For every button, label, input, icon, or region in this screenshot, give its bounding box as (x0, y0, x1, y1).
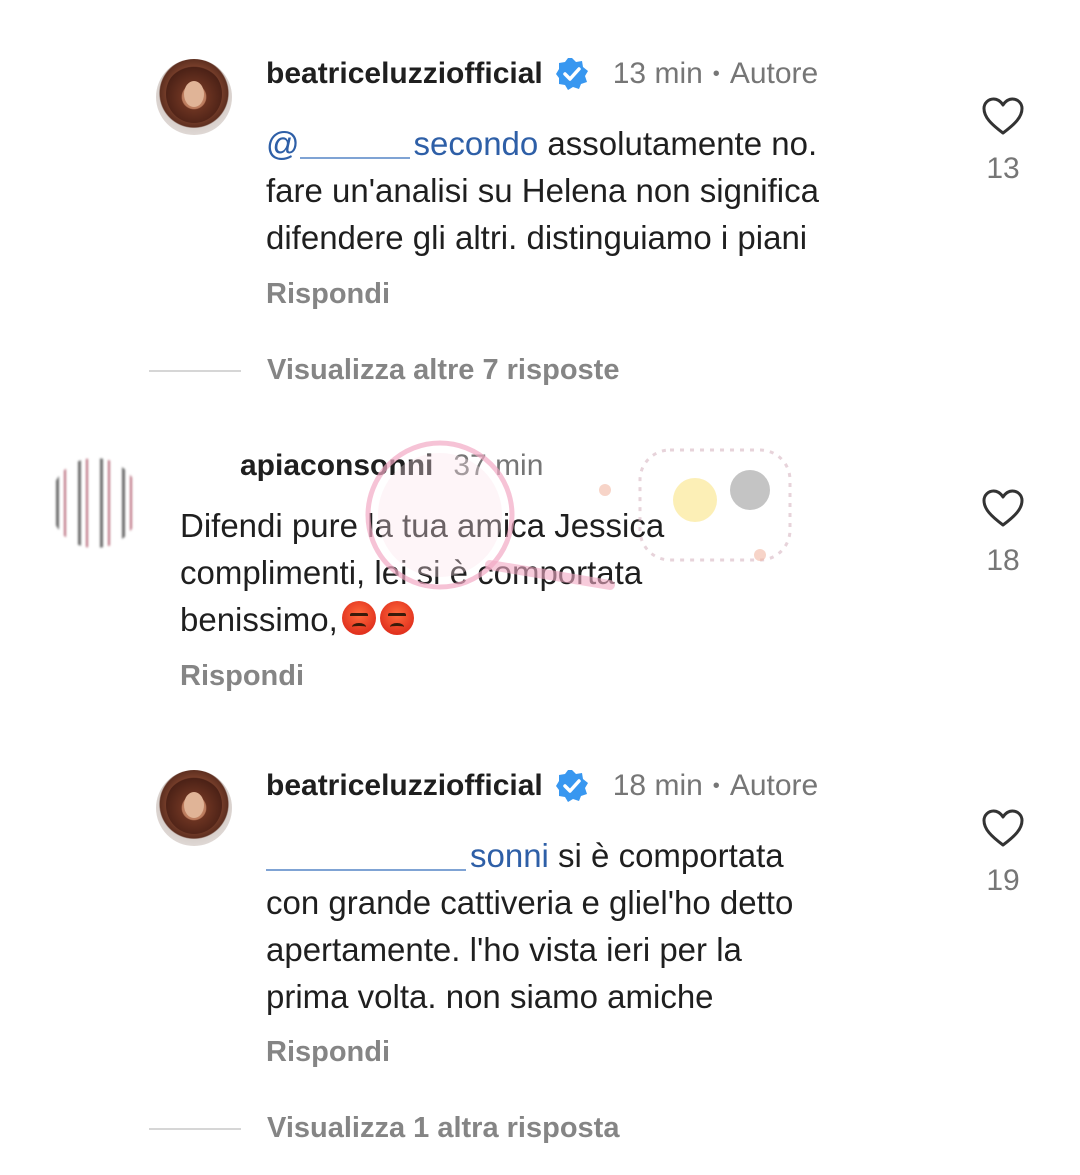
like-count: 19 (986, 864, 1020, 897)
comment-text-line-2: fare un'analisi su Helena non significa (266, 172, 819, 209)
username[interactable]: beatriceluzziofficial (266, 769, 543, 803)
view-more-label: Visualizza 1 altra risposta (267, 1112, 620, 1144)
comment-header: beatriceluzziofficial 13 min • Autore (266, 54, 818, 94)
verified-badge-icon (555, 769, 589, 803)
reply-button[interactable]: Rispondi (180, 660, 304, 693)
comment-header: beatriceluzziofficial 18 min • Autore (266, 766, 818, 806)
avatar-face (184, 792, 204, 818)
comment-time: 37 min (453, 449, 544, 482)
heart-outline-icon (982, 809, 1024, 847)
comment-text-line-3: difendere gli altri. distinguiamo i pian… (266, 219, 808, 256)
comment-text-line-4: prima volta. non siamo amiche (266, 978, 714, 1015)
username[interactable]: beatriceluzziofficial (266, 57, 543, 91)
comment-text: sonni si è comportata con grande cattive… (266, 832, 946, 1020)
heart-outline-icon (982, 489, 1024, 527)
mention-prefix: @ (266, 125, 300, 162)
avatar[interactable] (50, 458, 140, 548)
avatar-face (184, 81, 204, 107)
comment-text-line-3: benissimo, (180, 601, 338, 638)
comment-text-line-1: assolutamente no. (538, 125, 818, 162)
username[interactable]: apiaconsonni (180, 449, 433, 483)
divider-line (149, 369, 241, 372)
view-more-replies[interactable]: Visualizza 1 altra risposta (149, 1112, 619, 1145)
like-count: 13 (986, 152, 1020, 185)
comment-text-line-2: con grande cattiveria e gliel'ho detto (266, 884, 794, 921)
like-count: 18 (986, 544, 1020, 577)
comment-time: 18 min (612, 769, 703, 802)
heart-outline-icon (982, 97, 1024, 135)
verified-badge-icon (555, 57, 589, 91)
author-label: Autore (729, 57, 819, 90)
mention-tail: secondo (413, 125, 539, 162)
comment-text: @ secondo assolutamente no. fare un'anali… (266, 120, 946, 261)
reply-button[interactable]: Rispondi (266, 1036, 390, 1069)
comment-text-line-2: complimenti, lei si è comportata (180, 554, 643, 591)
like-button[interactable]: 18 (973, 488, 1033, 578)
angry-face-emoji (379, 601, 414, 635)
mention-link[interactable]: @ secondo (266, 125, 538, 162)
view-more-label: Visualizza altre 7 risposte (267, 354, 620, 386)
mention-redaction (299, 133, 410, 160)
comment-text-line-3: apertamente. l'ho vista ieri per la (266, 931, 742, 968)
reply-button[interactable]: Rispondi (266, 278, 390, 311)
mention-redaction (266, 845, 466, 872)
like-button[interactable]: 13 (973, 96, 1033, 186)
avatar[interactable] (156, 770, 232, 846)
comment-header: apiaconsonni 37 min (180, 446, 543, 486)
divider-line (149, 1127, 241, 1130)
comment-text-line-1: Difendi pure la tua amica Jessica (180, 507, 665, 544)
mention-link[interactable]: sonni (266, 837, 549, 874)
like-button[interactable]: 19 (973, 808, 1033, 898)
comment-text: Difendi pure la tua amica Jessica compli… (180, 502, 820, 643)
avatar[interactable] (156, 59, 232, 135)
author-label: Autore (729, 769, 819, 802)
separator-dot: • (712, 774, 720, 797)
separator-dot: • (712, 62, 720, 85)
comment-time: 13 min (612, 57, 703, 90)
mention-tail: sonni (470, 837, 549, 874)
comment-text-line-1: si è comportata (548, 837, 784, 874)
view-more-replies[interactable]: Visualizza altre 7 risposte (149, 354, 619, 387)
angry-face-emoji (341, 601, 376, 635)
